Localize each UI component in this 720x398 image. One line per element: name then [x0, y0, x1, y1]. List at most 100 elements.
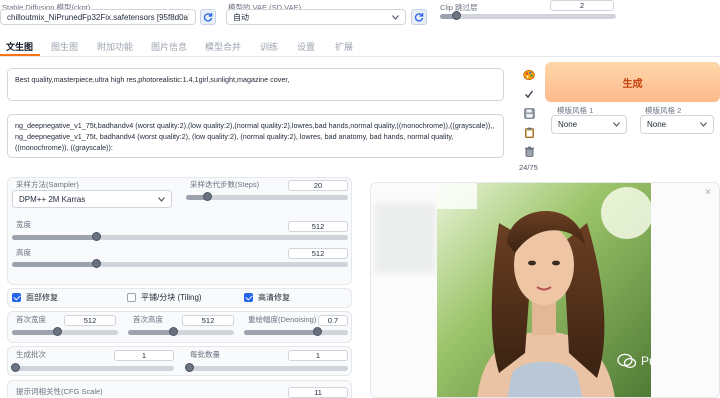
height-slider[interactable] — [12, 259, 348, 268]
clip-skip-slider[interactable] — [440, 11, 616, 20]
refresh-icon — [414, 13, 424, 22]
tab-extras[interactable]: 附加功能 — [97, 40, 133, 53]
watermark: PureAI — [617, 353, 678, 369]
positive-prompt-input[interactable]: Best quality,masterpiece,ultra high res,… — [7, 68, 504, 101]
watermark-text: PureAI — [641, 354, 678, 368]
hires-fix-label: 高清修复 — [258, 293, 290, 302]
tab-png-info[interactable]: 图片信息 — [151, 40, 187, 53]
tab-extensions[interactable]: 扩展 — [335, 40, 353, 53]
ckpt-value: chilloutmix_NiPrunedFp32Fix.safetensors … — [7, 12, 189, 22]
first-width-label: 首次宽度 — [16, 315, 46, 324]
denoise-input[interactable]: 0.7 — [318, 315, 348, 326]
close-icon[interactable]: × — [705, 187, 711, 198]
slider-thumb[interactable] — [52, 327, 62, 336]
batch-count-input[interactable]: 1 — [114, 350, 174, 361]
tab-img2img[interactable]: 图生图 — [51, 40, 78, 53]
checkbox-unchecked-icon — [127, 293, 136, 302]
tab-txt2img[interactable]: 文生图 — [6, 40, 33, 53]
generate-label: 生成 — [622, 78, 643, 90]
slider-thumb[interactable] — [185, 363, 194, 372]
first-width-input[interactable]: 512 — [64, 315, 116, 326]
clip-skip-input[interactable]: 2 — [550, 0, 614, 11]
clipboard-icon — [524, 127, 534, 138]
restore-faces-label: 面部修复 — [26, 293, 58, 302]
style1-dropdown[interactable]: None — [551, 115, 627, 134]
ckpt-dropdown[interactable]: chilloutmix_NiPrunedFp32Fix.safetensors … — [0, 9, 196, 25]
slider-fill — [12, 330, 57, 335]
slider-thumb[interactable] — [92, 232, 101, 241]
style2-value: None — [647, 120, 667, 129]
floppy-disk-icon — [523, 107, 535, 119]
main-tabs: 文生图 图生图 附加功能 图片信息 模型合并 训练 设置 扩展 — [0, 37, 720, 57]
slider-fill — [12, 262, 96, 267]
tab-settings[interactable]: 设置 — [297, 40, 315, 53]
vae-refresh-button[interactable] — [411, 9, 427, 25]
batch-size-label: 每批数量 — [190, 350, 220, 359]
palette-button[interactable] — [521, 67, 537, 83]
palette-icon — [523, 69, 535, 81]
batch-count-slider[interactable] — [11, 363, 174, 372]
slider-fill — [128, 330, 173, 335]
ckpt-refresh-button[interactable] — [200, 9, 216, 25]
negative-prompt-input[interactable]: ng_deepnegative_v1_75t,badhandv4 (worst … — [7, 114, 504, 158]
first-height-label: 首次高度 — [133, 315, 163, 324]
denoise-label: 重绘幅度(Denoising) — [248, 315, 317, 324]
slider-thumb[interactable] — [168, 327, 178, 336]
save-style-button[interactable] — [521, 105, 537, 121]
tiling-checkbox[interactable]: 平铺/分块 (Tiling) — [127, 292, 202, 303]
batch-count-label: 生成批次 — [16, 350, 46, 359]
active-tab-indicator — [0, 54, 40, 56]
chevron-down-icon — [158, 196, 165, 202]
trash-icon — [524, 146, 534, 157]
style2-dropdown[interactable]: None — [640, 115, 714, 134]
slider-thumb[interactable] — [312, 327, 322, 336]
cfg-scale-input[interactable]: 11 — [288, 387, 348, 398]
chevron-down-icon — [392, 14, 399, 20]
denoise-slider[interactable] — [244, 327, 348, 336]
style1-value: None — [558, 120, 578, 129]
slider-fill — [244, 330, 317, 335]
checkbox-checked-icon — [12, 293, 21, 302]
tab-checkpoint-merger[interactable]: 模型合并 — [205, 40, 241, 53]
width-input[interactable]: 512 — [288, 221, 348, 232]
first-height-slider[interactable] — [128, 327, 234, 336]
wechat-icon — [617, 353, 637, 369]
sampler-value: DPM++ 2M Karras — [19, 194, 86, 204]
steps-input[interactable]: 20 — [288, 180, 348, 191]
cfg-scale-label: 提示词相关性(CFG Scale) — [16, 387, 103, 396]
slider-thumb[interactable] — [11, 363, 20, 372]
height-input[interactable]: 512 — [288, 248, 348, 259]
hires-fix-checkbox[interactable]: 高清修复 — [244, 292, 290, 303]
paste-button[interactable] — [521, 124, 537, 140]
slider-thumb[interactable] — [451, 11, 461, 20]
sampler-dropdown[interactable]: DPM++ 2M Karras — [12, 190, 172, 208]
slider-fill — [12, 235, 96, 240]
width-label: 宽度 — [16, 220, 31, 229]
tiling-label: 平铺/分块 (Tiling) — [141, 293, 202, 302]
vae-dropdown[interactable]: 自动 — [226, 9, 406, 25]
steps-label: 采样迭代步数(Steps) — [190, 180, 260, 189]
height-label: 高度 — [16, 248, 31, 257]
output-gallery: × PureAI — [370, 182, 720, 398]
first-height-input[interactable]: 512 — [182, 315, 234, 326]
sampler-label: 采样方法(Sampler) — [16, 180, 79, 189]
vae-value: 自动 — [233, 12, 249, 22]
chevron-down-icon — [700, 122, 707, 127]
batch-size-slider[interactable] — [185, 363, 348, 372]
clear-prompt-button[interactable] — [521, 143, 537, 159]
batch-size-input[interactable]: 1 — [288, 350, 348, 361]
chevron-down-icon — [613, 122, 620, 127]
refresh-icon — [203, 13, 213, 22]
slider-thumb[interactable] — [92, 259, 101, 268]
tab-train[interactable]: 训练 — [260, 40, 278, 53]
steps-slider[interactable] — [186, 192, 348, 201]
blurred-thumbnail — [374, 203, 436, 273]
token-counter: 24/75 — [519, 163, 538, 172]
restore-faces-checkbox[interactable]: 面部修复 — [12, 292, 58, 303]
slider-thumb[interactable] — [203, 192, 213, 201]
checkbox-checked-icon — [244, 293, 253, 302]
generate-button[interactable]: 生成 — [545, 62, 720, 102]
width-slider[interactable] — [12, 232, 348, 241]
first-width-slider[interactable] — [12, 327, 118, 336]
apply-style-button[interactable] — [521, 86, 537, 102]
